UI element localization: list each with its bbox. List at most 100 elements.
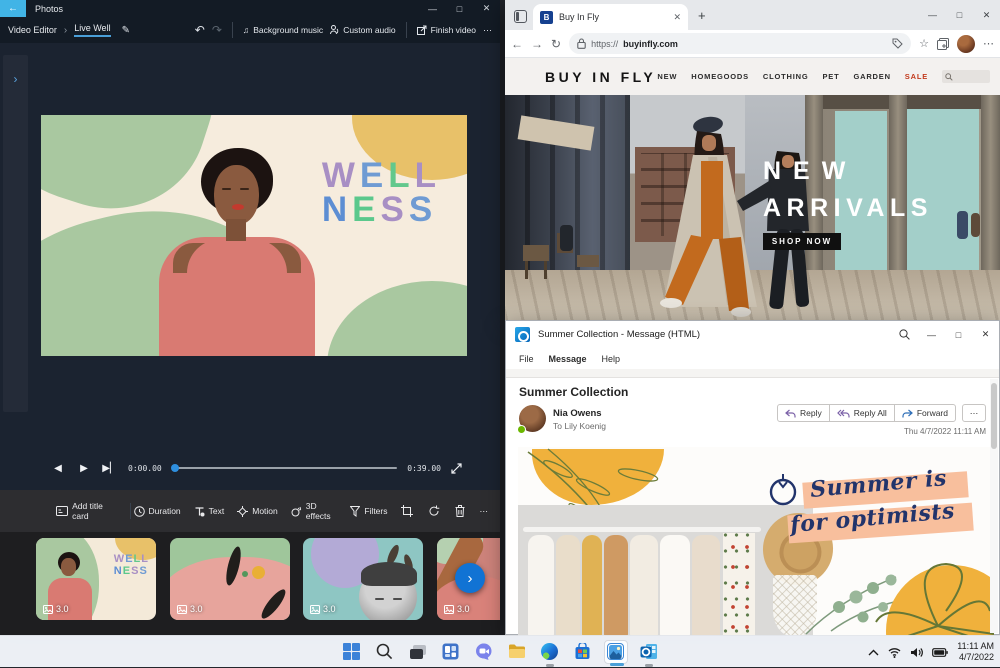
rotate-icon[interactable]: [428, 505, 440, 517]
crop-icon[interactable]: [401, 505, 413, 517]
close-button[interactable]: ✕: [473, 0, 500, 17]
site-logo[interactable]: BUY IN FLY: [545, 69, 656, 85]
widgets-button[interactable]: [439, 640, 463, 664]
search-button[interactable]: [891, 321, 918, 348]
scrollbar[interactable]: [990, 379, 998, 633]
browser-tab[interactable]: B Buy In Fly ✕: [533, 4, 688, 30]
minimize-button[interactable]: —: [419, 0, 446, 17]
forward-button[interactable]: Forward: [894, 404, 956, 422]
presence-available-badge: [517, 425, 526, 434]
back-button[interactable]: ←: [0, 0, 26, 17]
maximize-button[interactable]: □: [945, 321, 972, 348]
motion-button[interactable]: Motion: [237, 506, 278, 517]
new-tab-button[interactable]: +: [698, 8, 706, 23]
close-tab-icon[interactable]: ✕: [673, 12, 681, 23]
scrollbar-thumb[interactable]: [991, 383, 997, 449]
timeline-clip-2[interactable]: 3.0: [170, 538, 290, 620]
filters-button[interactable]: Filters: [350, 506, 387, 517]
start-button[interactable]: [340, 640, 364, 664]
message-subject: Summer Collection: [519, 385, 999, 399]
favorites-icon[interactable]: ☆: [919, 37, 929, 50]
tab-workspaces-icon[interactable]: [514, 10, 527, 23]
3d-effects-button[interactable]: 3D effects: [291, 501, 338, 521]
edge-icon: [541, 643, 558, 660]
chat-button[interactable]: [472, 640, 496, 664]
collections-icon[interactable]: [937, 38, 949, 50]
minimize-button[interactable]: —: [918, 321, 945, 348]
site-search-input[interactable]: [942, 70, 990, 83]
more-options-icon[interactable]: ⋯: [483, 25, 492, 36]
shopping-settings-icon[interactable]: [892, 38, 903, 49]
volume-icon[interactable]: [910, 647, 923, 658]
maximize-button[interactable]: □: [946, 0, 973, 30]
store-button[interactable]: [571, 640, 595, 664]
sender-name[interactable]: Nia Owens: [553, 408, 602, 419]
finish-video-button[interactable]: Finish video: [417, 25, 476, 35]
address-bar[interactable]: https://buyinfly.com: [569, 33, 911, 54]
task-view-button[interactable]: [406, 640, 430, 664]
nav-item-clothing[interactable]: CLOTHING: [763, 72, 809, 81]
add-title-card-button[interactable]: Add title card: [56, 501, 114, 521]
next-frame-button[interactable]: ▶▏: [102, 463, 118, 474]
play-button[interactable]: ▶: [76, 463, 92, 474]
redo-icon[interactable]: ↷: [212, 23, 222, 37]
rename-project-icon[interactable]: ✎: [122, 25, 130, 36]
nav-item-sale[interactable]: SALE: [905, 72, 928, 81]
battery-icon[interactable]: [932, 648, 948, 657]
timeline-clip-3[interactable]: 3.0: [303, 538, 423, 620]
collapsed-sidebar[interactable]: ›: [3, 55, 28, 412]
more-tools-icon[interactable]: ⋯: [480, 506, 489, 517]
reply-button[interactable]: Reply: [777, 404, 830, 422]
menu-help[interactable]: Help: [602, 354, 621, 364]
wifi-icon[interactable]: [888, 647, 901, 658]
search-icon: [945, 73, 953, 81]
undo-icon[interactable]: ↶: [195, 23, 205, 37]
taskbar-clock[interactable]: 11:11 AM 4/7/2022: [957, 641, 994, 664]
timeline-clip-1[interactable]: WELL NESS 3.0: [36, 538, 156, 620]
close-button[interactable]: ✕: [972, 321, 999, 348]
profile-avatar[interactable]: [957, 35, 975, 53]
back-icon[interactable]: ←: [511, 37, 523, 51]
seek-handle[interactable]: [171, 464, 179, 472]
more-actions-button[interactable]: ⋯: [962, 404, 986, 422]
menu-file[interactable]: File: [519, 354, 534, 364]
maximize-button[interactable]: □: [446, 0, 473, 17]
previous-frame-button[interactable]: ◀: [50, 463, 66, 474]
photos-button[interactable]: [604, 640, 628, 664]
close-button[interactable]: ✕: [973, 0, 1000, 30]
next-clips-button[interactable]: ›: [455, 563, 485, 593]
duration-button[interactable]: Duration: [134, 506, 181, 517]
text-button[interactable]: Text: [194, 506, 225, 517]
fullscreen-icon[interactable]: [451, 463, 462, 474]
custom-audio-button[interactable]: Custom audio: [330, 25, 395, 35]
nav-item-homegoods[interactable]: HOMEGOODS: [691, 72, 749, 81]
hero-banner[interactable]: NEW ARRIVALS SHOP NOW: [505, 95, 1000, 320]
video-preview[interactable]: WELL NESS: [41, 115, 467, 356]
search-icon: [899, 329, 910, 340]
outlook-button[interactable]: [637, 640, 661, 664]
breadcrumb-project[interactable]: Live Well: [74, 23, 110, 37]
reply-all-button[interactable]: Reply All: [829, 404, 895, 422]
tray-chevron-icon[interactable]: [868, 649, 879, 656]
nav-item-pet[interactable]: PET: [822, 72, 839, 81]
minimize-button[interactable]: —: [919, 0, 946, 30]
breadcrumb-video-editor[interactable]: Video Editor: [8, 25, 57, 35]
refresh-icon[interactable]: ↻: [551, 37, 561, 51]
sender-avatar[interactable]: [519, 405, 546, 432]
seek-slider[interactable]: [172, 467, 398, 469]
shop-now-button[interactable]: SHOP NOW: [763, 233, 841, 250]
recipient-line[interactable]: To Lily Koenig: [553, 421, 606, 431]
delete-icon[interactable]: [455, 505, 465, 517]
reply-all-icon: [837, 409, 850, 418]
background-music-button[interactable]: ♫ Background music: [243, 25, 323, 35]
ribbon-strip: [506, 369, 999, 378]
nav-item-garden[interactable]: GARDEN: [853, 72, 890, 81]
forward-icon[interactable]: →: [531, 37, 543, 51]
file-explorer-button[interactable]: [505, 640, 529, 664]
message-timestamp: Thu 4/7/2022 11:11 AM: [904, 427, 986, 436]
browser-menu-icon[interactable]: ⋯: [983, 37, 994, 50]
menu-message[interactable]: Message: [549, 354, 587, 364]
nav-item-new[interactable]: NEW: [657, 72, 677, 81]
edge-button[interactable]: [538, 640, 562, 664]
taskbar-search-button[interactable]: [373, 640, 397, 664]
